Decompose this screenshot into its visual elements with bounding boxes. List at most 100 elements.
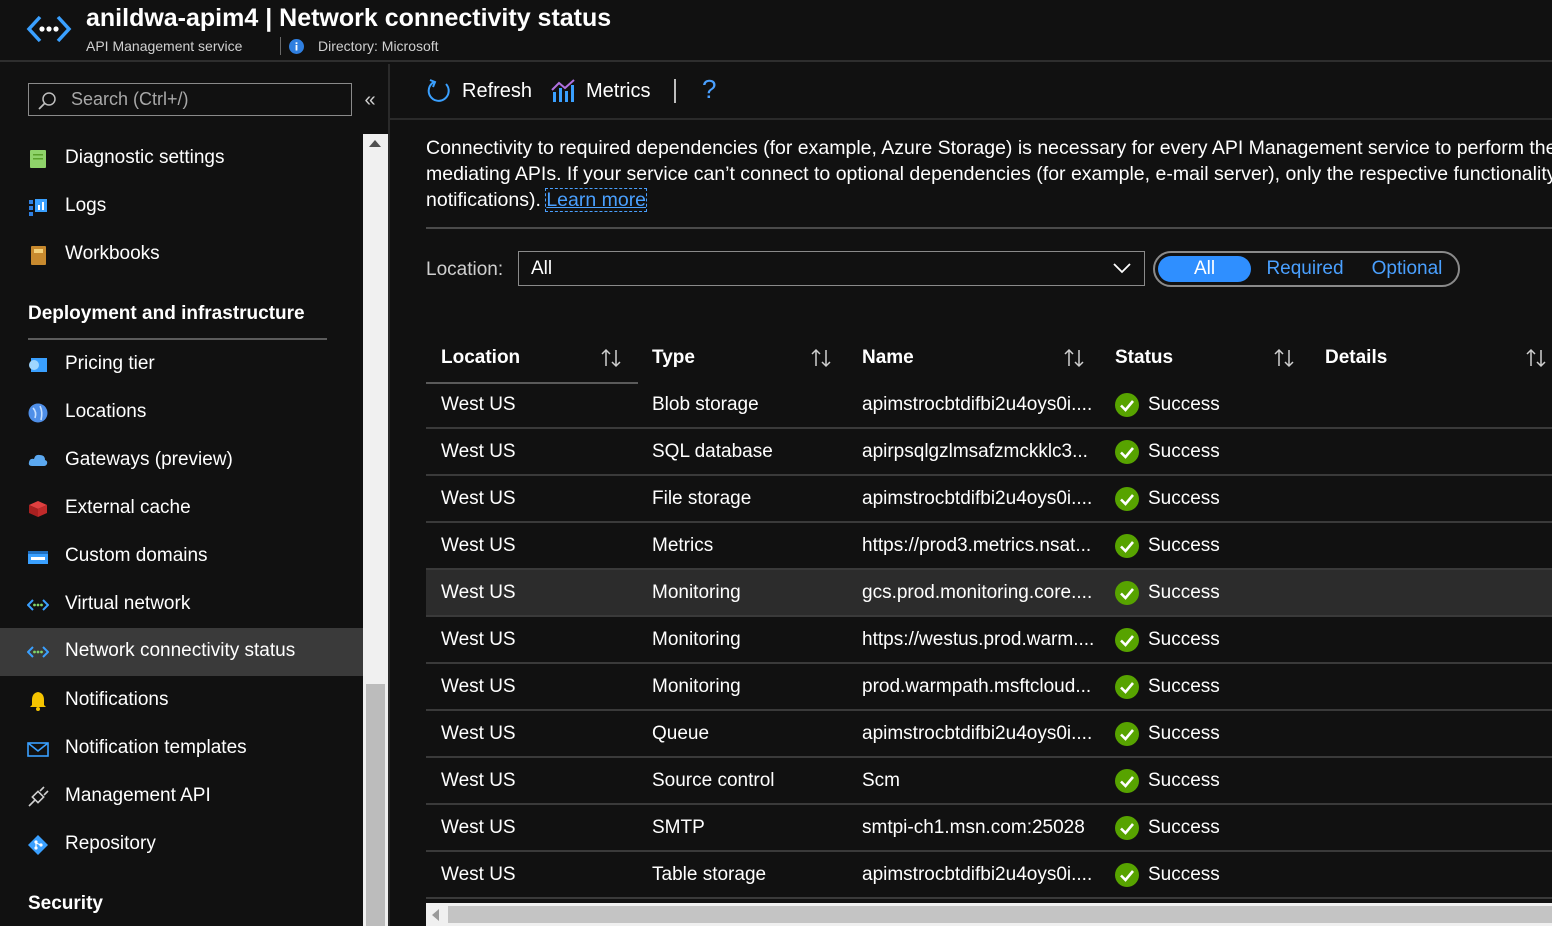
sidebar-item-label: External cache <box>65 497 191 518</box>
bell-icon <box>30 692 46 711</box>
scroll-left-arrow-icon[interactable] <box>432 909 439 921</box>
sidebar-item-workbooks[interactable]: Workbooks <box>0 231 363 279</box>
search-input[interactable] <box>71 86 341 113</box>
cell-location: West US <box>441 723 516 744</box>
sort-icon[interactable] <box>598 348 624 368</box>
section-security-heading: Security <box>28 893 103 914</box>
toolbar-separator <box>674 79 676 103</box>
table-row[interactable]: West US Monitoring gcs.prod.monitoring.cor… <box>426 570 1552 617</box>
table-row[interactable]: West US Source control Scm Success <box>426 758 1552 805</box>
diagnostic-settings-icon <box>30 150 46 168</box>
dependency-filter-toggle: All Required Optional <box>1153 251 1460 287</box>
table-row[interactable]: West US Blob storage apimstrocbtdifbi2u4oy… <box>426 382 1552 429</box>
column-header-name[interactable]: Name <box>862 334 914 382</box>
cell-status: Success <box>1148 441 1220 462</box>
sidebar-item-label: Locations <box>65 401 147 422</box>
sidebar-item-external-cache[interactable]: External cache <box>0 485 363 533</box>
metrics-button[interactable]: Metrics <box>550 76 650 106</box>
cell-status: Success <box>1148 535 1220 556</box>
description-divider <box>426 227 1552 229</box>
cell-type: Blob storage <box>652 394 759 415</box>
sidebar-item-notifications[interactable]: Notifications <box>0 677 363 725</box>
plug-icon <box>28 786 49 807</box>
cell-name: prod.warmpath.msftcloud... <box>862 676 1092 697</box>
section-divider <box>28 338 327 340</box>
cell-location: West US <box>441 629 516 650</box>
table-row[interactable]: West US File storage apimstrocbtdifbi2u4oy… <box>426 476 1552 523</box>
learn-more-link[interactable]: Learn more <box>545 188 648 212</box>
filter-all-option[interactable]: All <box>1158 256 1251 282</box>
cell-location: West US <box>441 676 516 697</box>
location-dropdown[interactable]: All <box>518 251 1145 286</box>
sidebar-item-management-api[interactable]: Management API <box>0 773 363 821</box>
cell-name: apimstrocbtdifbi2u4oys0i.... <box>862 864 1093 885</box>
sidebar-scroll-thumb[interactable] <box>366 684 385 926</box>
sort-icon[interactable] <box>808 348 834 368</box>
info-icon <box>289 39 304 54</box>
table-row[interactable]: West US Monitoring prod.warmpath.msftcloud… <box>426 664 1552 711</box>
success-check-icon <box>1115 863 1139 887</box>
sidebar-item-network-connectivity-status[interactable]: Network connectivity status <box>0 628 363 676</box>
table-row[interactable]: West US Metrics https://prod3.metrics.nsat… <box>426 523 1552 570</box>
description-line: mediating APIs. If your service can’t co… <box>426 163 1552 185</box>
column-header-details[interactable]: Details <box>1325 334 1387 382</box>
filter-required-option[interactable]: Required <box>1255 256 1355 282</box>
cell-name: apimstrocbtdifbi2u4oys0i.... <box>862 723 1093 744</box>
envelope-icon <box>27 742 49 757</box>
header-divider <box>280 37 281 55</box>
table-row[interactable]: West US Table storage apimstrocbtdifbi2u4o… <box>426 852 1552 899</box>
cell-name: gcs.prod.monitoring.core.... <box>862 582 1093 603</box>
table-row[interactable]: West US Monitoring https://westus.prod.war… <box>426 617 1552 664</box>
help-icon[interactable]: ? <box>702 74 716 105</box>
sidebar-menu: Diagnostic settings Logs Workbooks Deplo… <box>0 134 363 926</box>
chevron-down-icon <box>1113 263 1131 274</box>
sidebar-item-label: Workbooks <box>65 243 160 264</box>
metrics-label: Metrics <box>586 79 651 102</box>
refresh-label: Refresh <box>462 79 533 102</box>
refresh-button[interactable]: Refresh <box>426 76 532 106</box>
sidebar-item-repository[interactable]: Repository <box>0 821 363 869</box>
sidebar-item-locations[interactable]: Locations <box>0 389 363 437</box>
sidebar-item-virtual-network[interactable]: Virtual network <box>0 581 363 629</box>
table-horizontal-scrollbar[interactable] <box>426 903 1552 926</box>
success-check-icon <box>1115 534 1139 558</box>
sidebar-scrollbar[interactable] <box>363 134 388 926</box>
sidebar-item-logs[interactable]: Logs <box>0 183 363 231</box>
sidebar-item-custom-domains[interactable]: Custom domains <box>0 533 363 581</box>
table-header: Location Type Name Status Details <box>426 334 1552 384</box>
cell-name: Scm <box>862 770 900 791</box>
collapse-sidebar-button[interactable]: « <box>360 88 380 112</box>
table-row[interactable]: West US SMTP smtpi-ch1.msn.com:25028 Succes… <box>426 805 1552 852</box>
cell-location: West US <box>441 441 516 462</box>
cell-type: Queue <box>652 723 710 744</box>
locations-icon <box>28 403 48 423</box>
column-header-status[interactable]: Status <box>1115 334 1173 382</box>
cell-status: Success <box>1148 723 1220 744</box>
sidebar-item-diagnostic-settings[interactable]: Diagnostic settings <box>0 135 363 183</box>
sidebar-item-notification-templates[interactable]: Notification templates <box>0 725 363 773</box>
workbooks-icon <box>31 246 46 265</box>
cell-type: Metrics <box>652 535 714 556</box>
directory-label: Directory: Microsoft <box>318 38 439 54</box>
table-row[interactable]: West US SQL database apirpsqlgzlmsafzmckkl… <box>426 429 1552 476</box>
cell-type: Monitoring <box>652 629 741 650</box>
sidebar-item-label: Pricing tier <box>65 353 155 374</box>
success-check-icon <box>1115 675 1139 699</box>
cell-status: Success <box>1148 629 1220 650</box>
sort-icon[interactable] <box>1523 348 1549 368</box>
sidebar-item-gateways[interactable]: Gateways (preview) <box>0 437 363 485</box>
table-scroll-thumb[interactable] <box>448 906 1552 923</box>
filter-optional-option[interactable]: Optional <box>1359 256 1455 282</box>
column-header-location[interactable]: Location <box>441 334 520 382</box>
cell-type: File storage <box>652 488 752 509</box>
table-row[interactable]: West US Queue apimstrocbtdifbi2u4oys0i....… <box>426 711 1552 758</box>
search-box[interactable] <box>28 83 352 116</box>
sort-icon[interactable] <box>1271 348 1297 368</box>
cell-status: Success <box>1148 488 1220 509</box>
column-header-type[interactable]: Type <box>652 334 695 382</box>
sidebar-item-label: Notifications <box>65 689 169 710</box>
sidebar-item-pricing-tier[interactable]: Pricing tier <box>0 341 363 389</box>
sidebar-item-label: Network connectivity status <box>65 640 296 661</box>
sort-icon[interactable] <box>1061 348 1087 368</box>
scroll-up-arrow-icon[interactable] <box>369 140 381 147</box>
